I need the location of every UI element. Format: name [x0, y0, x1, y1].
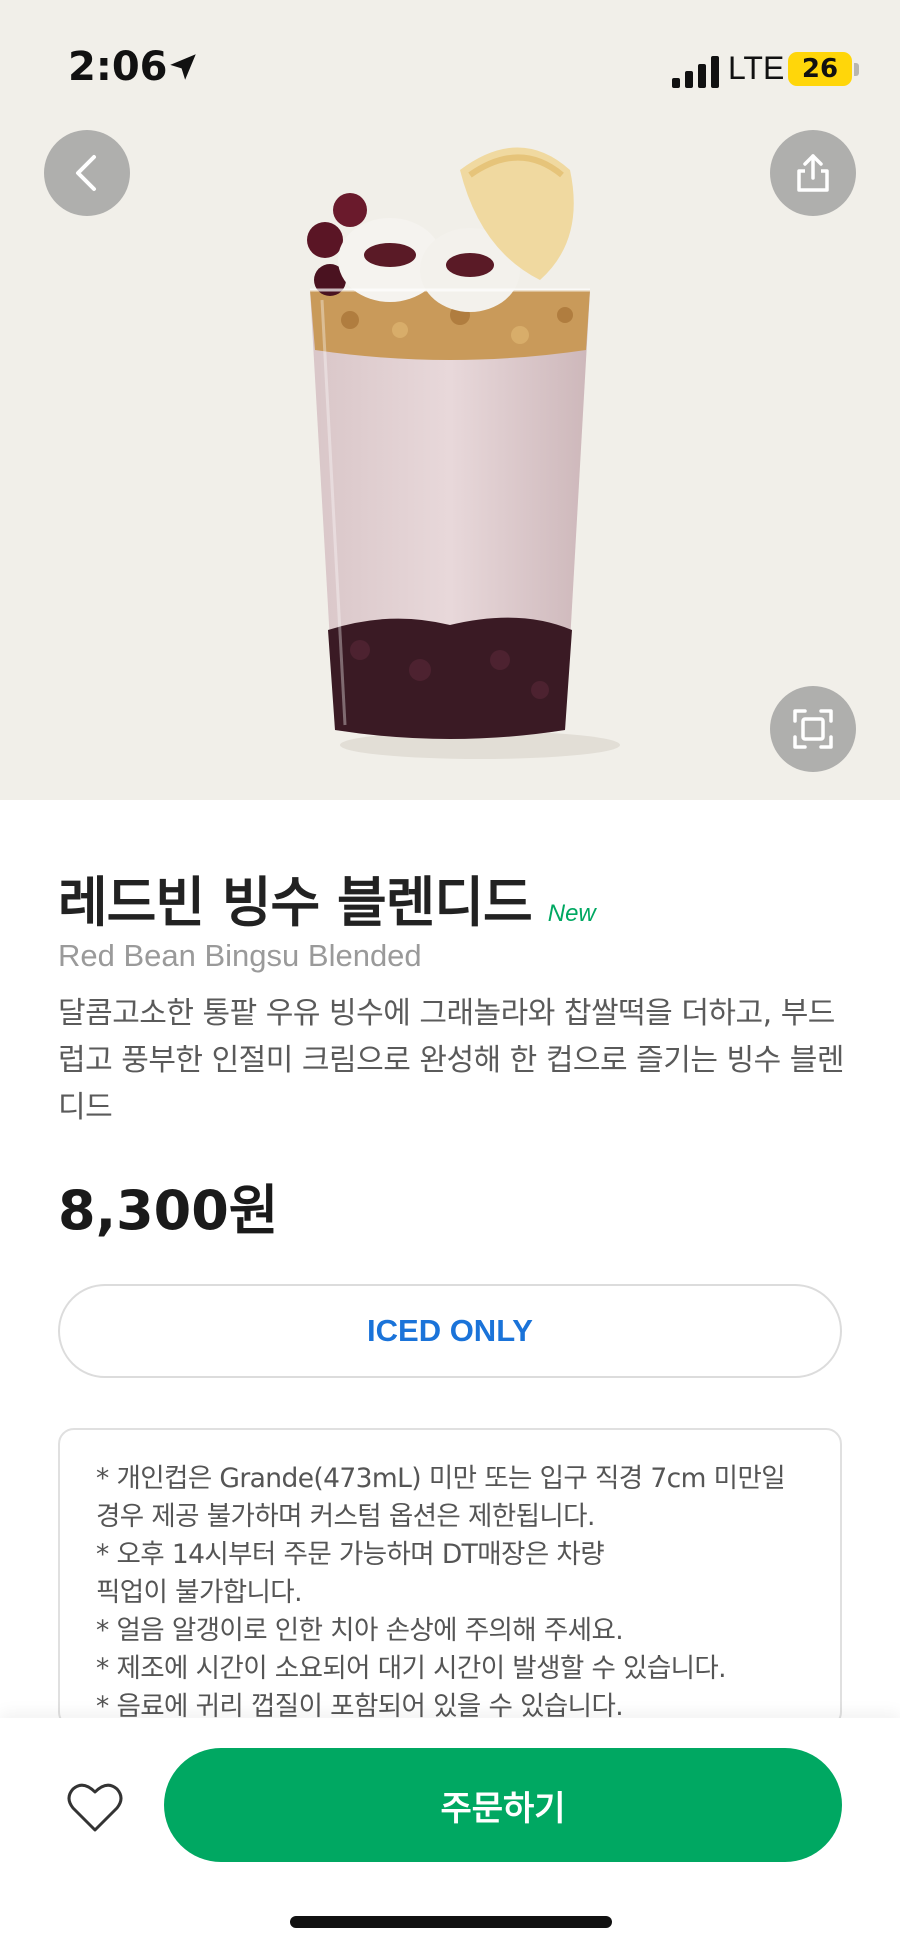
share-button[interactable]	[770, 130, 856, 216]
product-name-ko: 레드빈 빙수 블렌디드	[58, 871, 533, 934]
expand-icon	[793, 709, 833, 749]
order-button[interactable]: 주문하기	[164, 1748, 842, 1862]
notice-line: * 얼음 알갱이로 인한 치아 손상에 주의해 주세요.	[96, 1615, 624, 1646]
product-name-en: Red Bean Bingsu Blended	[58, 938, 422, 973]
notice-line: 픽업이 불가합니다.	[96, 1577, 302, 1608]
zoom-image-button[interactable]	[770, 686, 856, 772]
chevron-left-icon	[76, 155, 96, 191]
new-badge: New	[547, 900, 596, 927]
product-description: 달콤고소한 통팥 우유 빙수에 그래놀라와 찹쌀떡을 더하고, 부드럽고 풍부한…	[58, 996, 844, 1125]
signal-bars-icon	[672, 56, 719, 88]
notice-line: * 오후 14시부터 주문 가능하며 DT매장은 차량	[96, 1539, 605, 1570]
battery-cap	[854, 63, 859, 76]
home-indicator	[290, 1916, 612, 1928]
notice-box: * 개인컵은 Grande(473mL) 미만 또는 입구 직경 7cm 미만일…	[58, 1428, 842, 1728]
status-bar: 2:06 LTE 26	[0, 0, 900, 130]
product-title-row: 레드빈 빙수 블렌디드 New	[58, 858, 596, 937]
product-hero: 2:06 LTE 26	[0, 0, 900, 800]
status-time: 2:06	[68, 44, 168, 90]
notice-line: 경우 제공 불가하며 커스텀 옵션은 제한됩니다.	[96, 1501, 595, 1532]
network-type: LTE	[728, 50, 785, 86]
share-icon	[797, 154, 829, 192]
battery-indicator: 26	[788, 52, 852, 86]
notice-line: * 제조에 시간이 소요되어 대기 시간이 발생할 수 있습니다.	[96, 1653, 727, 1684]
product-price: 8,300원	[58, 1179, 279, 1242]
notice-line: * 개인컵은 Grande(473mL) 미만 또는 입구 직경 7cm 미만일	[96, 1463, 786, 1494]
temperature-option: ICED ONLY	[58, 1284, 842, 1378]
product-image	[307, 147, 620, 759]
back-button[interactable]	[44, 130, 130, 216]
heart-outline-icon[interactable]	[66, 1780, 124, 1834]
location-arrow-icon	[170, 54, 196, 80]
product-detail-screen: 2:06 LTE 26 레드빈 빙수 블렌디드 New Red Bean Bin…	[0, 0, 900, 1949]
